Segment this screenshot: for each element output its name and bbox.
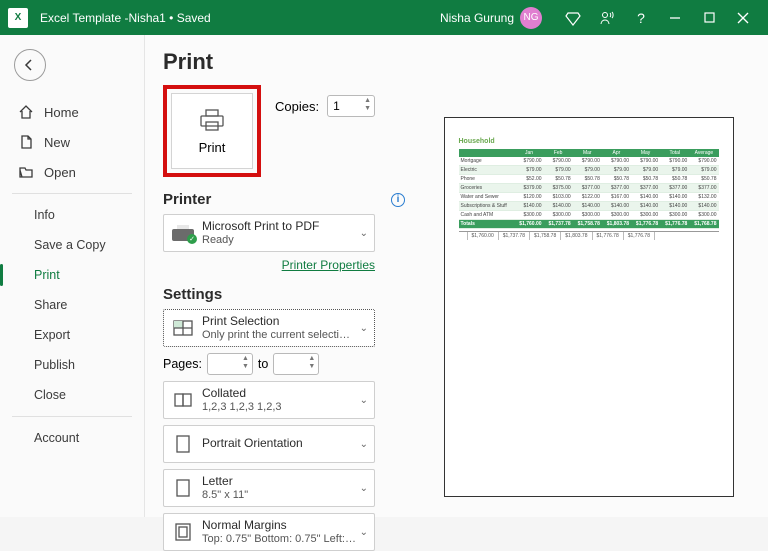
nav-home[interactable]: Home (0, 97, 144, 127)
paper-icon (172, 479, 194, 497)
nav-open[interactable]: Open (0, 157, 144, 187)
printer-properties-link[interactable]: Printer Properties (163, 258, 375, 272)
nav-publish[interactable]: Publish (0, 350, 144, 380)
pages-label: Pages: (163, 357, 202, 371)
nav-separator-2 (12, 416, 132, 417)
user-name: Nisha Gurung (440, 11, 514, 25)
spinner-icon[interactable]: ▲▼ (364, 97, 371, 113)
diamond-icon[interactable] (556, 0, 590, 35)
nav-open-label: Open (44, 165, 76, 180)
print-panel: Print Print Copies: 1 ▲▼ Print (145, 35, 768, 517)
pages-to-input[interactable]: ▲▼ (273, 353, 319, 375)
orientation-dropdown[interactable]: Portrait Orientation ⌄ (163, 425, 375, 463)
printer-heading: Printer (163, 191, 211, 208)
pages-to-label: to (258, 357, 268, 371)
margins-dropdown[interactable]: Normal MarginsTop: 0.75" Bottom: 0.75" L… (163, 513, 375, 551)
chevron-down-icon: ⌄ (360, 228, 368, 239)
print-button-label: Print (199, 140, 226, 155)
printer-status-icon: ✓ (172, 225, 194, 241)
person-voice-icon[interactable] (590, 0, 624, 35)
print-button-highlight: Print (163, 85, 261, 177)
paper-size-dropdown[interactable]: Letter8.5" x 11" ⌄ (163, 469, 375, 507)
back-button[interactable] (14, 49, 46, 81)
chevron-down-icon: ⌄ (360, 323, 368, 334)
nav-export[interactable]: Export (0, 320, 144, 350)
copies-input[interactable]: 1 ▲▼ (327, 95, 375, 117)
chevron-down-icon: ⌄ (360, 439, 368, 450)
chevron-down-icon: ⌄ (360, 395, 368, 406)
nav-close[interactable]: Close (0, 380, 144, 410)
printer-dropdown[interactable]: ✓ Microsoft Print to PDF Ready ⌄ (163, 214, 375, 252)
backstage-sidebar: Home New Open Info Save a Copy Print Sha… (0, 35, 145, 517)
maximize-icon[interactable] (692, 0, 726, 35)
preview-footer-row: $1,760.00$1,737.78$1,758.78$1,803.78$1,7… (459, 231, 719, 240)
nav-separator (12, 193, 132, 194)
portrait-icon (172, 435, 194, 453)
nav-print[interactable]: Print (0, 260, 144, 290)
nav-new[interactable]: New (0, 127, 144, 157)
chevron-down-icon: ⌄ (360, 527, 368, 538)
printer-icon (198, 108, 226, 132)
excel-app-icon: X (8, 8, 28, 28)
print-scope-dropdown[interactable]: Print Selection Only print the current s… (163, 309, 375, 347)
page-title: Print (163, 49, 433, 75)
nav-share[interactable]: Share (0, 290, 144, 320)
margins-icon (172, 523, 194, 541)
selection-icon (172, 320, 194, 336)
preview-page: Household JanFebMarAprMayTotalAverage Mo… (444, 117, 734, 497)
copies-label: Copies: (275, 99, 319, 114)
settings-heading: Settings (163, 286, 222, 303)
title-bar: X Excel Template -Nisha1 • Saved Nisha G… (0, 0, 768, 35)
document-title: Excel Template -Nisha1 • Saved (40, 11, 211, 25)
collate-icon (172, 392, 194, 408)
print-button[interactable]: Print (171, 93, 253, 169)
nav-save-copy[interactable]: Save a Copy (0, 230, 144, 260)
minimize-icon[interactable] (658, 0, 692, 35)
nav-info[interactable]: Info (0, 200, 144, 230)
nav-new-label: New (44, 135, 70, 150)
preview-sheet-title: Household (459, 138, 719, 145)
preview-table: JanFebMarAprMayTotalAverage Mortgage$790… (459, 149, 719, 229)
printer-info-icon[interactable]: i (391, 193, 405, 207)
pages-from-input[interactable]: ▲▼ (207, 353, 253, 375)
close-icon[interactable] (726, 0, 760, 35)
help-icon[interactable]: ? (624, 0, 658, 35)
collate-dropdown[interactable]: Collated1,2,3 1,2,3 1,2,3 ⌄ (163, 381, 375, 419)
user-avatar[interactable]: NG (520, 7, 542, 29)
print-preview: Household JanFebMarAprMayTotalAverage Mo… (433, 49, 768, 517)
nav-account[interactable]: Account (0, 423, 144, 453)
nav-home-label: Home (44, 105, 79, 120)
chevron-down-icon: ⌄ (360, 483, 368, 494)
